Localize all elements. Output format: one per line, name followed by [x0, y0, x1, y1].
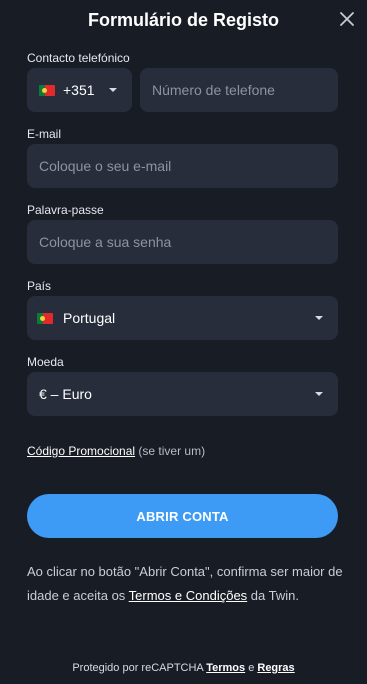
promo-code-link[interactable]: Código Promocional — [27, 444, 135, 458]
phone-label: Contacto telefónico — [27, 51, 130, 65]
email-input[interactable]: Coloque o seu e-mail — [27, 144, 338, 188]
currency-value: € – Euro — [39, 386, 92, 402]
currency-label: Moeda — [27, 355, 64, 369]
country-code-value: +351 — [63, 82, 95, 98]
close-icon[interactable] — [337, 9, 357, 29]
recaptcha-and: e — [245, 662, 258, 674]
recaptcha-terms-link[interactable]: Termos — [206, 662, 245, 674]
country-value: Portugal — [63, 310, 116, 326]
terms-text-after: da Twin. — [247, 588, 299, 603]
recaptcha-rules-link[interactable]: Regras — [257, 662, 294, 674]
portugal-flag-icon — [39, 84, 55, 96]
terms-conditions-link[interactable]: Termos e Condições — [129, 588, 248, 603]
page-title: Formulário de Registo — [87, 10, 280, 30]
country-select[interactable]: Portugal — [27, 296, 338, 340]
portugal-flag-icon — [37, 312, 53, 324]
close-button[interactable] — [337, 9, 357, 29]
currency-select[interactable]: € – Euro — [27, 372, 338, 416]
chevron-down-icon — [315, 392, 323, 396]
email-label: E-mail — [27, 127, 62, 141]
email-placeholder: Coloque o seu e-mail — [39, 158, 172, 174]
recaptcha-text: Protegido por reCAPTCHA — [72, 662, 207, 674]
phone-placeholder: Número de telefone — [152, 82, 275, 98]
phone-number-input[interactable]: Número de telefone — [140, 68, 338, 112]
terms-text: Ao clicar no botão "Abrir Conta", confir… — [27, 560, 345, 608]
password-label: Palavra-passe — [27, 203, 104, 217]
promo-code-row: Código Promocional (se tiver um) — [27, 444, 205, 458]
country-code-select[interactable]: +351 — [27, 68, 132, 112]
country-label: País — [27, 279, 52, 293]
password-placeholder: Coloque a sua senha — [39, 234, 172, 250]
chevron-down-icon — [315, 316, 323, 320]
promo-code-note: (se tiver um) — [138, 444, 206, 458]
chevron-down-icon — [109, 88, 117, 92]
recaptcha-notice: Protegido por reCAPTCHA Termos e Regras — [0, 662, 367, 674]
open-account-button[interactable]: ABRIR CONTA — [27, 494, 338, 538]
password-input[interactable]: Coloque a sua senha — [27, 220, 338, 264]
